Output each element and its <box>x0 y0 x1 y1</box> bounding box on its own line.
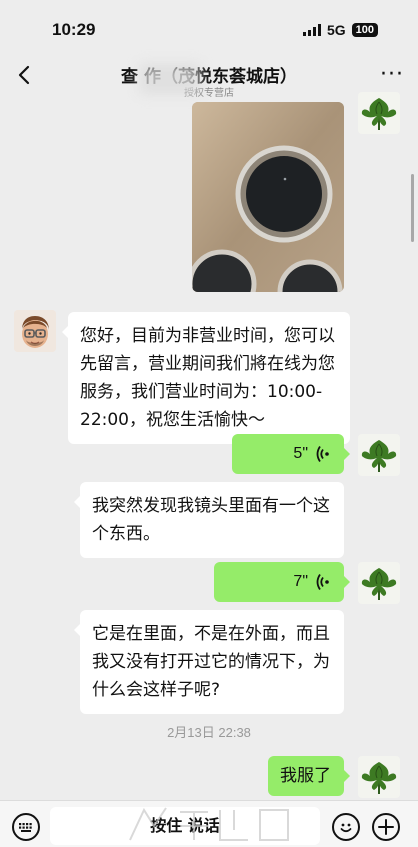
voice-duration: 7" <box>293 573 308 590</box>
message-line: 服务，我们营业时间为：10:00- <box>80 382 323 402</box>
self-avatar[interactable] <box>358 562 400 604</box>
self-avatar[interactable] <box>358 434 400 476</box>
message-line: 您好，目前为非营业时间，您可以 <box>80 326 335 346</box>
signal-icon <box>302 24 321 36</box>
voice-wave-icon <box>316 574 329 590</box>
message-line: 它是在里面，不是在外面，而且 <box>92 624 330 644</box>
input-bar: 按住 说话 <box>0 800 418 847</box>
chat-image[interactable] <box>192 102 344 292</box>
network-label: 5G <box>326 22 346 38</box>
message-bubble-auto-reply[interactable]: 您好，目前为非营业时间，您可以 先留言，营业期间我们將在线为您 服务，我们营业时… <box>62 312 350 444</box>
voice-message-5s[interactable]: 5" <box>232 434 350 474</box>
chat-subtitle: 授权专营店 <box>184 88 234 99</box>
merchant-avatar[interactable] <box>14 310 56 352</box>
status-time: 10:29 <box>52 20 96 39</box>
voice-message-7s[interactable]: 7" <box>214 562 350 602</box>
message-line: 先留言，营业期间我们將在线为您 <box>80 354 335 374</box>
chat-header: 查 作（茂悦东荟城店） 授权专营店 ··· <box>0 52 418 102</box>
message-bubble-self[interactable]: 我服了 <box>268 756 350 796</box>
message-line: 我又没有打开过它的情况下，为 <box>92 652 330 672</box>
message-line: 我突然发现我镜头里面有一个这 <box>92 496 330 516</box>
keyboard-icon[interactable] <box>12 813 40 841</box>
more-icon[interactable]: ··· <box>380 64 404 86</box>
voice-duration: 5" <box>293 445 308 462</box>
status-bar: 10:29 5G 100 <box>0 0 418 52</box>
message-bubble[interactable]: 它是在里面，不是在外面，而且 我又没有打开过它的情况下，为 什么会这样子呢? <box>74 610 344 714</box>
message-text: 我服了 <box>280 766 331 786</box>
scrollbar[interactable] <box>411 174 414 242</box>
message-line: 个东西。 <box>92 524 160 544</box>
message-line: 什么会这样子呢? <box>92 680 221 700</box>
message-bubble[interactable]: 我突然发现我镜头里面有一个这 个东西。 <box>74 482 344 558</box>
plus-icon[interactable] <box>372 813 400 841</box>
status-right: 5G 100 <box>302 22 378 38</box>
emoji-icon[interactable] <box>332 813 360 841</box>
message-timestamp: 2月13日 22:38 <box>167 725 251 740</box>
hold-to-talk-button[interactable]: 按住 说话 <box>50 807 320 845</box>
self-avatar[interactable] <box>358 92 400 134</box>
self-avatar[interactable] <box>358 756 400 798</box>
battery-icon: 100 <box>351 23 378 37</box>
voice-wave-icon <box>316 446 329 462</box>
redaction-blur <box>140 64 200 94</box>
message-line: 22:00，祝您生活愉快～ <box>80 410 265 430</box>
